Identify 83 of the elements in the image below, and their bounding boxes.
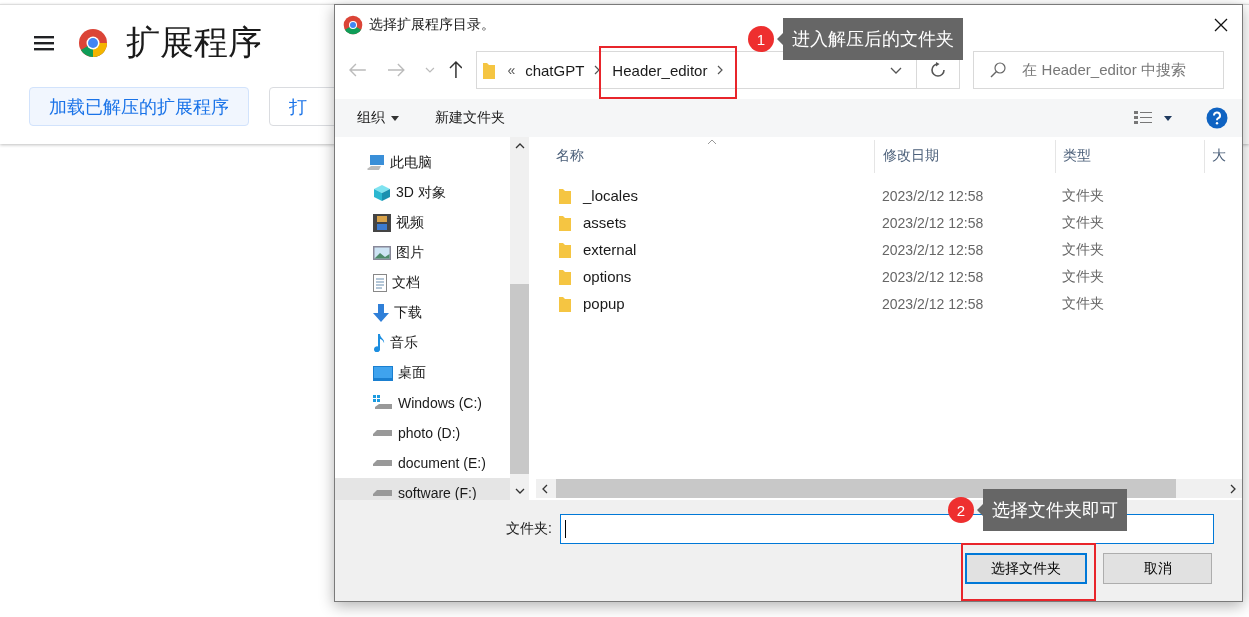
help-icon[interactable] — [1206, 107, 1228, 129]
nav-item[interactable]: 桌面 — [335, 358, 510, 388]
folder-icon — [559, 214, 571, 231]
file-name[interactable]: assets — [583, 214, 627, 231]
drive-icon — [373, 489, 393, 497]
chevron-left-icon[interactable] — [542, 483, 548, 494]
dialog-button[interactable]: 选择文件夹 — [965, 553, 1087, 584]
cube-icon — [373, 184, 391, 202]
overflow-marker[interactable]: « — [507, 62, 516, 78]
file-name[interactable]: external — [583, 241, 637, 258]
folder-icon — [559, 295, 571, 312]
close-icon[interactable] — [1214, 18, 1228, 32]
folder-icon — [559, 268, 571, 285]
column-header[interactable]: 修改日期 — [874, 140, 1055, 173]
file-name[interactable]: options — [583, 268, 632, 285]
chevron-up-icon[interactable] — [514, 143, 525, 149]
up-arrow-icon[interactable] — [448, 61, 463, 79]
nav-item[interactable]: 此电脑 — [335, 148, 510, 178]
organize-menu[interactable]: 组织 — [357, 109, 385, 127]
music-note-icon — [373, 334, 385, 352]
breadcrumb-segment[interactable]: Header_editor — [612, 61, 708, 79]
drive-icon — [373, 395, 393, 411]
folder-label: 文件夹: — [505, 520, 552, 538]
chevron-down-icon[interactable] — [514, 488, 525, 494]
vertical-scrollbar[interactable] — [510, 137, 529, 500]
view-options-icon[interactable] — [1134, 111, 1152, 125]
modified-date: 2023/2/12 12:58 — [882, 268, 984, 285]
column-header[interactable]: 名称 — [536, 140, 874, 173]
chevron-right-icon[interactable] — [1230, 483, 1236, 494]
search-field[interactable]: 在 Header_editor 中搜索 — [973, 51, 1224, 89]
folder-icon — [559, 187, 571, 204]
chevron-right-icon[interactable] — [717, 65, 724, 75]
menu-icon[interactable] — [34, 35, 54, 51]
file-type: 文件夹 — [1062, 294, 1104, 311]
nav-item[interactable]: 3D 对象 — [335, 178, 510, 208]
nav-item[interactable]: 音乐 — [335, 328, 510, 358]
file-type: 文件夹 — [1062, 240, 1104, 257]
document-icon — [373, 274, 387, 292]
drive-icon — [373, 459, 393, 467]
caret-icon — [391, 115, 399, 121]
down-arrow-icon — [373, 304, 389, 322]
folder-icon — [483, 61, 496, 79]
chevron-down-icon[interactable] — [890, 66, 903, 74]
dialog-title: 选择扩展程序目录。 — [369, 16, 495, 34]
caret-icon[interactable] — [1164, 115, 1172, 121]
nav-item[interactable]: 下载 — [335, 298, 510, 328]
film-icon — [373, 214, 391, 232]
nav-item[interactable]: 图片 — [335, 238, 510, 268]
chevron-right-icon[interactable] — [594, 65, 601, 75]
refresh-icon — [930, 62, 947, 78]
search-icon — [990, 62, 1007, 78]
nav-item[interactable]: 视频 — [335, 208, 510, 238]
chrome-logo-icon — [78, 28, 108, 58]
column-header[interactable]: 大 — [1204, 140, 1234, 173]
file-name[interactable]: popup — [583, 295, 625, 312]
file-name[interactable]: _locales — [583, 187, 639, 204]
page-button[interactable]: 加载已解压的扩展程序 — [29, 87, 249, 126]
new-folder-button[interactable]: 新建文件夹 — [435, 109, 505, 127]
picture-frame-icon — [373, 246, 391, 260]
file-type: 文件夹 — [1062, 267, 1104, 284]
modified-date: 2023/2/12 12:58 — [882, 241, 984, 258]
nav-item[interactable]: 文档 — [335, 268, 510, 298]
drive-icon — [373, 429, 393, 437]
monitor-icon — [373, 365, 393, 381]
computer-icon — [367, 155, 385, 171]
modified-date: 2023/2/12 12:58 — [882, 295, 984, 312]
nav-item[interactable]: document (E:) — [335, 448, 510, 478]
file-type: 文件夹 — [1062, 213, 1104, 230]
modified-date: 2023/2/12 12:58 — [882, 187, 984, 204]
nav-item[interactable]: software (F:) — [335, 478, 510, 500]
file-type: 文件夹 — [1062, 186, 1104, 203]
nav-item[interactable]: Windows (C:) — [335, 388, 510, 418]
sort-caret-icon — [707, 139, 717, 145]
nav-item[interactable]: photo (D:) — [335, 418, 510, 448]
dialog-button[interactable]: 取消 — [1103, 553, 1212, 584]
callout-tooltip: 进入解压后的文件夹 — [777, 18, 963, 60]
modified-date: 2023/2/12 12:58 — [882, 214, 984, 231]
page-title: 扩展程序 — [126, 22, 262, 63]
breadcrumb-segment[interactable]: chatGPT — [525, 61, 585, 79]
column-header[interactable]: 类型 — [1055, 140, 1204, 173]
folder-icon — [559, 241, 571, 258]
callout-tooltip: 选择文件夹即可 — [977, 489, 1127, 531]
app-icon — [343, 15, 363, 35]
